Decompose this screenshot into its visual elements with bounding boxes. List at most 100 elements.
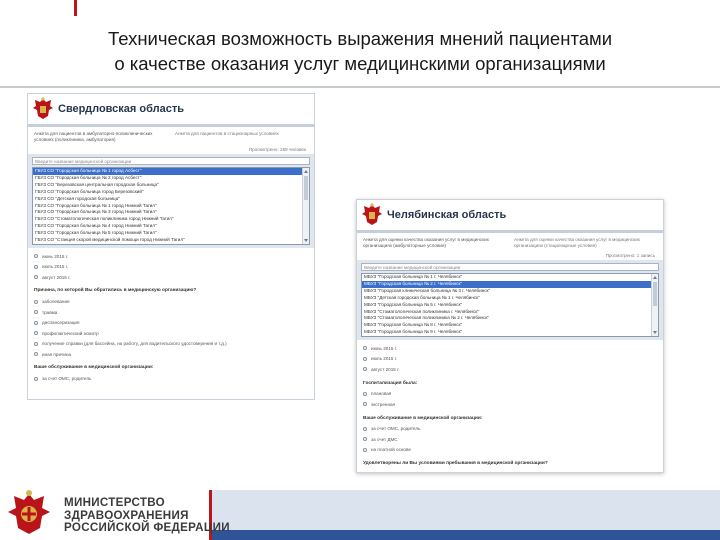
visit-option[interactable]: на платной основе [363, 445, 657, 456]
radio-label: экстренная [371, 401, 396, 407]
reason-option[interactable]: диспансеризация [34, 317, 308, 328]
survey-form: июнь 2015 г. июль 2015 г. август 2015 г. Г… [357, 340, 663, 473]
radio-button[interactable] [363, 472, 367, 473]
organization-list-item[interactable]: МБУЗ "Городская больница № 1 г. Челябинс… [362, 274, 658, 281]
question-visit: Ваше обслуживание в медицинской организа… [34, 365, 154, 371]
organization-list-item[interactable]: МБУЗ "Городская клиническая больница № 3… [362, 288, 658, 295]
organization-list-item[interactable]: МБУЗ "Детская городская больница № 1 г. … [362, 295, 658, 302]
organization-list-item[interactable]: ГБУЗ СО "Городская больница № 4 город Ни… [33, 223, 309, 230]
reason-option[interactable]: заболевание [34, 296, 308, 307]
radio-label: август 2015 г. [42, 274, 71, 280]
organization-search-input[interactable]: Введите название медицинской организации [32, 157, 310, 165]
visit-option[interactable]: за счет ОМС, родитель [34, 373, 308, 384]
survey-type-inpatient[interactable]: Анкета для пациентов в стационарных усло… [175, 131, 308, 145]
organization-list-item[interactable]: ГБУЗ СО "Стоматологическая поликлиника г… [33, 216, 309, 223]
radio-button[interactable] [363, 391, 367, 396]
region-header: Челябинская область [357, 200, 663, 230]
radio-button[interactable] [363, 426, 367, 431]
reason-option[interactable]: профилактический осмотр [34, 328, 308, 339]
organization-list-item[interactable]: ГБУЗ СО "Городская больница № 5 город Ни… [33, 230, 309, 237]
radio-button[interactable] [34, 341, 38, 346]
radio-button[interactable] [363, 402, 367, 407]
organization-search-input[interactable]: Введите название медицинской организации [361, 263, 659, 271]
radio-button[interactable] [363, 437, 367, 442]
radio-button[interactable] [363, 367, 367, 372]
month-option[interactable]: июль 2015 г. [34, 261, 308, 272]
scroll-up-icon[interactable] [653, 276, 657, 279]
scroll-up-icon[interactable] [304, 170, 308, 173]
month-option[interactable]: июнь 2015 г. [363, 343, 657, 354]
radio-label: июль 2015 г. [42, 264, 69, 270]
organization-list-item[interactable]: МБУЗ "Городская больница № 5 г. Челябинс… [362, 302, 658, 309]
radio-button[interactable] [34, 320, 38, 325]
coat-of-arms-icon [362, 203, 382, 225]
organization-list-item[interactable]: ГБУЗ СО "Городская больница № 3 город Ни… [33, 209, 309, 216]
organization-list-item[interactable]: ГБУЗ СО "Городская больница № 2 город Ас… [33, 175, 309, 182]
radio-button[interactable] [363, 356, 367, 361]
organization-list-item[interactable]: ГБУЗ СО "Березовская центральная городск… [33, 182, 309, 189]
scroll-thumb[interactable] [653, 282, 657, 306]
organization-list-item[interactable]: МБУЗ "Городская больница № 8 г. Челябинс… [362, 322, 658, 329]
organization-list-item[interactable]: МБУЗ "Городская больница № 2 г. Челябинс… [362, 280, 658, 288]
radio-label: за счет ОМС, родитель [371, 426, 421, 432]
radio-label: июнь 2015 г. [371, 345, 398, 351]
radio-button[interactable] [363, 346, 367, 351]
month-option[interactable]: июль 2015 г. [363, 354, 657, 365]
visit-option[interactable]: за счет ОМС, родитель [363, 424, 657, 435]
organization-list-item[interactable]: ГБУЗ СО "Городская больница город Березо… [33, 189, 309, 196]
list-scrollbar[interactable] [651, 274, 658, 337]
slide-title-line-1: Техническая возможность выражения мнений… [107, 28, 613, 49]
list-scrollbar[interactable] [302, 168, 309, 244]
organization-list[interactable]: МБУЗ "Городская больница № 1 г. Челябинс… [361, 273, 659, 338]
radio-button[interactable] [34, 275, 38, 280]
survey-type-inpatient[interactable]: Анкета для оценки качества оказания услу… [514, 237, 657, 251]
organization-list-item[interactable]: МБУЗ "Стоматологическая поликлиника № 2 … [362, 315, 658, 322]
radio-button[interactable] [34, 376, 38, 381]
radio-label: получение справки (для бассейна, на рабо… [42, 341, 227, 347]
survey-type-outpatient[interactable]: Анкета для пациентов в амбулаторно-полик… [34, 131, 167, 145]
month-option[interactable]: август 2015 г. [363, 364, 657, 375]
organization-list-item[interactable]: ГБУЗ СО "Городская больница № 1 город Ас… [33, 168, 309, 175]
reason-option[interactable]: получение справки (для бассейна, на рабо… [34, 338, 308, 349]
radio-label: за счет ДМС [371, 436, 398, 442]
extra-option[interactable]: да [363, 469, 657, 473]
organization-list-item[interactable]: МБУЗ "Городская больница № 9 г. Челябинс… [362, 329, 658, 336]
organization-list-item[interactable]: ГБУЗ СО "Детская городская больница" [33, 196, 309, 203]
radio-button[interactable] [34, 299, 38, 304]
radio-label: да [371, 472, 376, 473]
radio-button[interactable] [34, 264, 38, 269]
reason-option[interactable]: травма [34, 307, 308, 318]
month-option[interactable]: июнь 2015 г. [34, 251, 308, 262]
survey-type-outpatient[interactable]: Анкета для оценки качества оказания услу… [363, 237, 506, 251]
organization-list[interactable]: ГБУЗ СО "Городская больница № 1 город Ас… [32, 167, 310, 245]
organization-selector: Введите название медицинской организации… [28, 154, 314, 248]
organization-list-item[interactable]: ГБУЗ СО "Городская больница № 1 город Ни… [33, 203, 309, 210]
screenshot-sverdlovsk: Свердловская область Анкета для пациенто… [27, 93, 315, 400]
radio-label: июнь 2015 г. [42, 253, 69, 259]
reason-option[interactable]: экстренная [363, 399, 657, 410]
radio-button[interactable] [34, 331, 38, 336]
scroll-down-icon[interactable] [304, 238, 308, 242]
month-option[interactable]: август 2015 г. [34, 272, 308, 283]
region-header: Свердловская область [28, 94, 314, 124]
visit-option[interactable]: за счет ДМС [363, 434, 657, 445]
survey-type-row: Анкета для оценки качества оказания услу… [357, 233, 663, 253]
ministry-name-line-1: МИНИСТЕРСТВО [64, 496, 165, 509]
survey-type-row: Анкета для пациентов в амбулаторно-полик… [28, 127, 314, 147]
radio-label: плановая [371, 391, 392, 397]
ministry-name: МИНИСТЕРСТВО ЗДРАВООХРАНЕНИЯ РОССИЙСКОЙ … [64, 496, 230, 535]
reason-option[interactable]: иная причина [34, 349, 308, 360]
organization-list-item[interactable]: МБУЗ "Стоматологическая поликлиника г. Ч… [362, 309, 658, 316]
radio-label: на платной основе [371, 447, 411, 453]
radio-button[interactable] [34, 352, 38, 357]
radio-button[interactable] [363, 447, 367, 452]
scroll-thumb[interactable] [304, 176, 308, 200]
organization-list-item[interactable]: ГБУЗ СО "Станция скорой медицинской помо… [33, 237, 309, 244]
radio-button[interactable] [34, 254, 38, 259]
question-extra: Удовлетворены ли Вы условиями пребывания… [363, 461, 548, 467]
scroll-down-icon[interactable] [653, 331, 657, 335]
region-name: Челябинская область [387, 209, 507, 221]
radio-button[interactable] [34, 310, 38, 315]
organization-selector: Введите название медицинской организации… [357, 260, 663, 341]
reason-option[interactable]: плановая [363, 389, 657, 400]
